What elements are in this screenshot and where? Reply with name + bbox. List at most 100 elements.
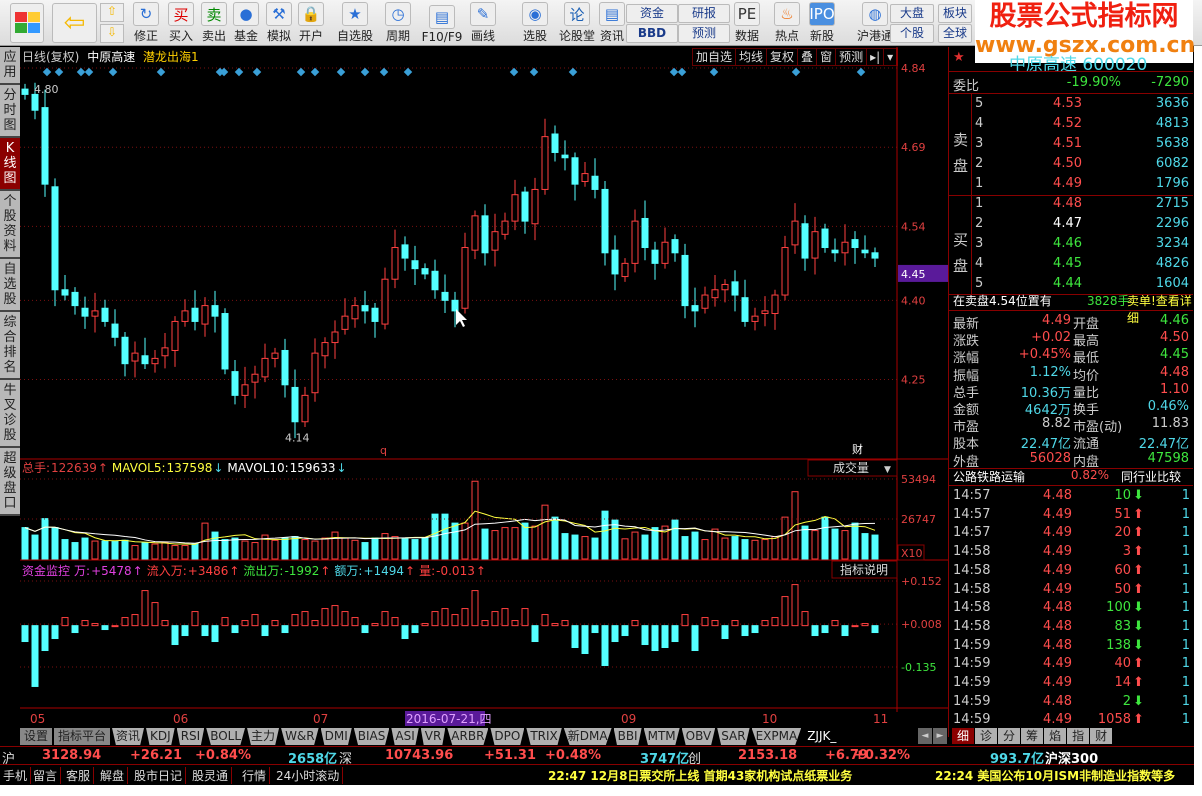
sidebar-tab[interactable]: 分时图 [0,85,20,138]
indicator-tab[interactable]: VR [420,728,446,745]
sidebar-tab[interactable]: 牛叉诊股 [0,380,20,448]
quote-cell: 4.48 [1053,196,1082,211]
favorite-star-icon[interactable]: ★ [953,50,965,65]
indicator-tab[interactable]: SAR [717,728,750,745]
indicator-tab[interactable]: 新DMA [563,728,612,745]
sidebar-tab[interactable]: 应用 [0,47,20,85]
quote-tab[interactable]: 财 [1090,728,1113,744]
toolbar-folder-star-button[interactable]: ★ 自选股 [333,2,377,44]
quote-cell: 3 [975,136,984,151]
indicator-tab[interactable]: W&R [281,728,319,745]
footer-link[interactable]: 24小时滚动 [273,767,344,784]
toolbar-ipo-button[interactable]: IPO 新股 [805,2,839,44]
quote-panel: ★ 中原高速 600020 委比 -19.90% -7290 卖盘 5 4.53 3636 4 4.… [948,47,1193,737]
toolbar-document-button[interactable]: ▤ F10/F9 [420,2,464,44]
market-button[interactable]: 大盘 [890,4,934,23]
indicator-tab[interactable]: OBV [681,728,716,745]
quote-tab[interactable]: 焰 [1044,728,1067,744]
indicator-tab[interactable]: KDJ [146,728,175,745]
indicator-tab[interactable]: ARBR [447,728,489,745]
volume-bar [111,540,119,560]
research-button[interactable]: 研报 [678,4,730,23]
sidebar-tab[interactable]: 综合排名 [0,312,20,380]
bbd-button[interactable]: BBD [626,24,678,43]
finance-marker-icon: 财 [852,442,863,456]
indicator-tab[interactable]: BOLL [206,728,246,745]
sidebar-tab[interactable]: 自选股 [0,259,20,312]
stock-button[interactable]: 个股 [890,24,934,43]
indicator-tab[interactable]: RSI [176,728,205,745]
down-arrow-icon[interactable]: ⇩ [100,24,124,43]
price-tick-label: 4.84 [901,62,926,75]
sidebar-tab[interactable]: K线图 [0,138,20,191]
indicator-tab[interactable]: MTM [643,728,680,745]
indicator-tab[interactable]: ASI [391,728,419,745]
toolbar-gavel-button[interactable]: ⚒ 模拟 [263,2,295,44]
pe-icon: PE [734,2,760,26]
fund-flow-button[interactable]: 资金 [626,4,678,23]
indicator-tab[interactable]: EXPMA [751,728,802,745]
news-item[interactable]: 22:24 美国公布10月ISM非制造业指数等多 [935,767,1175,784]
signal-diamond-icon [54,67,64,77]
fund-flow-bar [491,611,499,627]
tabs-scroll-right-icon[interactable]: ► [933,728,947,744]
sz-label[interactable]: 深 [339,748,352,767]
forecast-button[interactable]: 预测 [678,24,730,43]
footer-link[interactable]: 行情 [239,767,271,784]
quote-tab[interactable]: 筹 [1021,728,1044,744]
indicator-tab[interactable]: 指标平台 [54,728,111,745]
quote-tab[interactable]: 诊 [975,728,998,744]
divider [949,310,1193,311]
quote-cell: 4.48 [1160,364,1189,380]
indicator-tab[interactable]: ZJJK_ [803,728,841,745]
toolbar-forum-button[interactable]: 论论股堂 [556,2,598,44]
toolbar-buy-button[interactable]: 买买入 [165,2,197,44]
toolbar-radar-button[interactable]: ◉ 选股 [513,2,557,44]
toolbar-fund-button[interactable]: ● 基金 [230,2,262,44]
toolbar-pencil-button[interactable]: ✎ 画线 [463,2,503,44]
indicator-tab[interactable]: TRIX [526,728,562,745]
indicator-tab[interactable]: BBI [613,728,642,745]
footer-link[interactable]: 留言 [30,767,62,784]
toolbar-hot-button[interactable]: ♨ 热点 [770,2,804,44]
footer-link[interactable]: 股市日记 [131,767,187,784]
volume-bar [151,543,159,560]
cy-label[interactable]: 创 [688,748,701,767]
footer-link[interactable]: 客服 [63,767,95,784]
windows-grid-icon[interactable] [10,3,44,43]
kline-chart[interactable]: 4.84 4.69 4.54 4.40 4.25 4.45 4.80 4.14 q 财成交量 ▼ 总手… [20,47,948,727]
footer-link[interactable]: 解盘 [97,767,129,784]
industry-row[interactable]: 公路铁路运输 0.82% 同行业比较 [949,467,1193,486]
tabs-scroll-left-icon[interactable]: ◄ [918,728,932,744]
quote-tab[interactable]: 指 [1067,728,1090,744]
toolbar-pe-button[interactable]: PE 数据 [727,2,767,44]
toolbar-lock-button[interactable]: 🔒 开户 [295,2,327,44]
large-order-notice[interactable]: 在卖盘4.54位置有 3828手 卖单!查看详细 [949,291,1193,325]
sh-label[interactable]: 沪 [2,748,15,767]
news-item[interactable]: 22:47 12月8日票交所上线 首期43家机构试点纸票业务 [548,767,852,784]
candle-body [631,220,639,264]
toolbar-sell-button[interactable]: 卖卖出 [198,2,230,44]
indicator-tab[interactable]: 设置 [20,728,53,745]
indicator-tab[interactable]: DPO [490,728,525,745]
footer-link[interactable]: 股灵通 [189,767,233,784]
toolbar-clock-button[interactable]: ◷ 周期 [378,2,418,44]
volume-bar [841,530,849,560]
back-arrow-icon[interactable]: ⇦ [52,3,97,43]
indicator-tab[interactable]: 资讯 [112,728,145,745]
indicator-tab[interactable]: DMI [320,728,352,745]
hs300-label[interactable]: 沪深300 [1045,748,1098,767]
quote-tab[interactable]: 分 [998,728,1021,744]
quote-tab[interactable]: 细 [952,728,975,744]
global-button[interactable]: 全球 [938,24,972,43]
toolbar-news-button[interactable]: ▤ 资讯 [597,2,627,44]
footer-link[interactable]: 手机 [0,767,32,784]
arrow-up-icon: ⬆ [1133,656,1144,672]
sidebar-tab[interactable]: 个股资料 [0,191,20,259]
sector-button[interactable]: 板块 [938,4,972,23]
toolbar-refresh-button[interactable]: ↻ 修正 [128,2,164,44]
sidebar-tab[interactable]: 超级盘口 [0,448,20,516]
indicator-tab[interactable]: 主力 [247,728,280,745]
up-arrow-icon[interactable]: ⇧ [100,3,124,22]
indicator-tab[interactable]: BIAS [353,728,390,745]
